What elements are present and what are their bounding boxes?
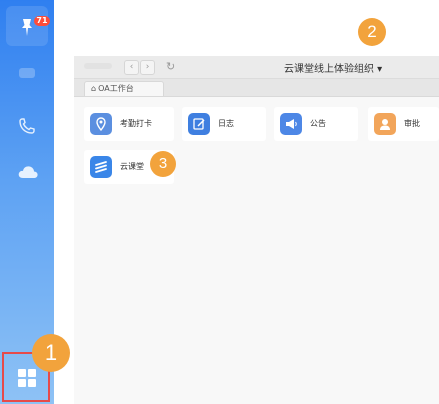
megaphone-icon [280, 113, 302, 135]
app-label: 云课堂 [120, 162, 144, 171]
home-icon: ⌂ [91, 84, 97, 93]
organization-title[interactable]: 云课堂线上体验组织 ▾ [284, 60, 382, 75]
app-log[interactable]: 日志 [182, 107, 266, 141]
app-announcement[interactable]: 公告 [274, 107, 358, 141]
location-pin-icon [90, 113, 112, 135]
back-button[interactable]: ‹ [124, 60, 139, 75]
step-marker-2: 2 [358, 18, 386, 46]
pin-button[interactable]: 71 [6, 6, 50, 46]
app-approval[interactable]: 审批 [368, 107, 439, 141]
app-label: 考勤打卡 [120, 119, 152, 128]
step-marker-1: 1 [32, 334, 70, 372]
tab-bar: ⌂ OA工作台 [74, 79, 439, 97]
app-label: 日志 [218, 119, 234, 128]
app-label: 公告 [310, 119, 326, 128]
app-attendance[interactable]: 考勤打卡 [84, 107, 174, 141]
title-bar: ‹ › ↻ 云课堂线上体验组织 ▾ [74, 56, 439, 79]
workbench-content: 考勤打卡 日志 公告 审批 云课堂 [74, 97, 439, 404]
window-controls[interactable] [84, 63, 112, 69]
refresh-button[interactable]: ↻ [166, 60, 175, 73]
faint-icon[interactable] [17, 66, 37, 80]
tab-oa-workbench[interactable]: ⌂ OA工作台 [84, 81, 164, 96]
app-window: ‹ › ↻ 云课堂线上体验组织 ▾ ⌂ OA工作台 考勤打卡 日志 公告 审批 … [74, 56, 439, 404]
notification-badge: 71 [34, 16, 50, 26]
app-label: 审批 [404, 119, 420, 128]
step-marker-3: 3 [150, 151, 176, 177]
person-icon [374, 113, 396, 135]
phone-icon[interactable] [17, 116, 37, 136]
apps-grid-icon [18, 369, 36, 387]
stack-lines-icon [90, 156, 112, 178]
edit-note-icon [188, 113, 210, 135]
forward-button[interactable]: › [140, 60, 155, 75]
tab-label: OA工作台 [98, 84, 134, 93]
cloud-icon[interactable] [17, 164, 39, 180]
